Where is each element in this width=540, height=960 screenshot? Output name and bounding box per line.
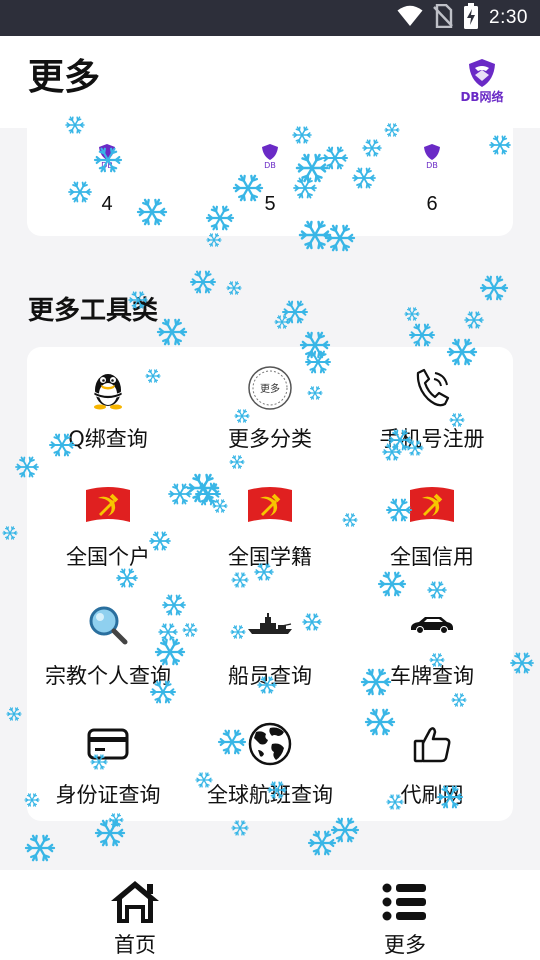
tool-label: Q绑查询 <box>68 427 148 451</box>
tool-id-card-query[interactable]: 身份证查询 <box>27 703 189 821</box>
tool-religion-query[interactable]: 宗教个人查询 <box>27 584 189 702</box>
car-icon <box>402 600 462 650</box>
hammer-sickle-flag-icon <box>78 481 138 531</box>
phone-icon <box>402 363 462 413</box>
app-bar: 更多 DB网络 <box>0 36 540 128</box>
top-item-label: 5 <box>264 193 276 215</box>
hammer-sickle-flag-icon <box>240 481 300 531</box>
tool-label: 手机号注册 <box>379 427 485 451</box>
wifi-icon <box>397 5 423 31</box>
more-stamp-icon: 更多 <box>240 363 300 413</box>
tool-label: 宗教个人查询 <box>45 664 171 688</box>
top-item-4[interactable]: DB 4 <box>47 142 167 216</box>
tool-national-credit[interactable]: 全国信用 <box>351 465 513 583</box>
tools-grid: Q绑查询 更多 更多分类 手机号注册 全国个户 全国学籍 全国信用 宗教个人查询… <box>27 347 513 821</box>
svg-text:DB: DB <box>101 161 113 170</box>
tool-label: 身份证查询 <box>55 783 161 807</box>
page-title: 更多 <box>28 57 101 98</box>
status-bar: 2:30 <box>0 0 540 36</box>
no-sim-icon <box>433 3 453 32</box>
db-logo-icon: DB <box>414 142 450 170</box>
db-logo-icon: DB <box>252 142 288 170</box>
tool-label: 船员查询 <box>228 664 312 688</box>
top-item-5[interactable]: DB 5 <box>210 142 330 216</box>
svg-text:DB: DB <box>426 161 438 170</box>
list-icon <box>377 878 433 926</box>
battery-charging-icon <box>463 3 479 33</box>
db-logo-icon: DB <box>89 142 125 170</box>
hammer-sickle-flag-icon <box>402 481 462 531</box>
tool-label: 全国信用 <box>390 545 474 569</box>
svg-text:DB: DB <box>264 161 276 170</box>
magnifier-icon <box>78 600 138 650</box>
tool-label: 全国个户 <box>66 545 150 569</box>
brand-logo: DB网络 <box>460 58 504 108</box>
tool-crew-query[interactable]: 船员查询 <box>189 584 351 702</box>
top-item-label: 4 <box>101 193 113 215</box>
tool-label: 全国学籍 <box>228 545 312 569</box>
tool-label: 全球航班查询 <box>207 783 333 807</box>
tool-phone-register[interactable]: 手机号注册 <box>351 347 513 465</box>
status-time: 2:30 <box>489 7 528 28</box>
tool-national-student[interactable]: 全国学籍 <box>189 465 351 583</box>
brand-shield-icon <box>469 59 495 87</box>
tool-more-categories[interactable]: 更多 更多分类 <box>189 347 351 465</box>
nav-label: 更多 <box>384 933 426 957</box>
top-card: DB 4 DB 5 DB 6 <box>27 128 513 236</box>
content-area[interactable]: DB 4 DB 5 DB 6 更多工具类 Q绑查询 更多 更多分类 手机号注册 … <box>0 128 540 870</box>
brand-logo-text: DB网络 <box>460 90 504 104</box>
warship-icon <box>240 600 300 650</box>
top-item-6[interactable]: DB 6 <box>372 142 492 216</box>
bottom-nav: 首页 更多 <box>0 870 540 960</box>
tool-boost-site[interactable]: 代刷网 <box>351 703 513 821</box>
nav-more[interactable]: 更多 <box>335 878 475 960</box>
tool-label: 车牌查询 <box>390 664 474 688</box>
section-title: 更多工具类 <box>28 296 159 326</box>
globe-icon <box>240 719 300 769</box>
tool-national-household[interactable]: 全国个户 <box>27 465 189 583</box>
status-icons: 2:30 <box>397 3 528 33</box>
top-item-label: 6 <box>426 193 438 215</box>
stamp-text: 更多 <box>260 382 280 395</box>
tool-global-flight-query[interactable]: 全球航班查询 <box>189 703 351 821</box>
tool-q-bind-query[interactable]: Q绑查询 <box>27 347 189 465</box>
nav-label: 首页 <box>114 933 156 957</box>
nav-home[interactable]: 首页 <box>65 878 205 960</box>
id-card-icon <box>78 719 138 769</box>
qq-penguin-icon <box>78 363 138 413</box>
tool-plate-query[interactable]: 车牌查询 <box>351 584 513 702</box>
tool-label: 更多分类 <box>228 427 312 451</box>
thumbs-up-icon <box>402 719 462 769</box>
home-icon <box>107 878 163 926</box>
tool-label: 代刷网 <box>400 783 464 807</box>
